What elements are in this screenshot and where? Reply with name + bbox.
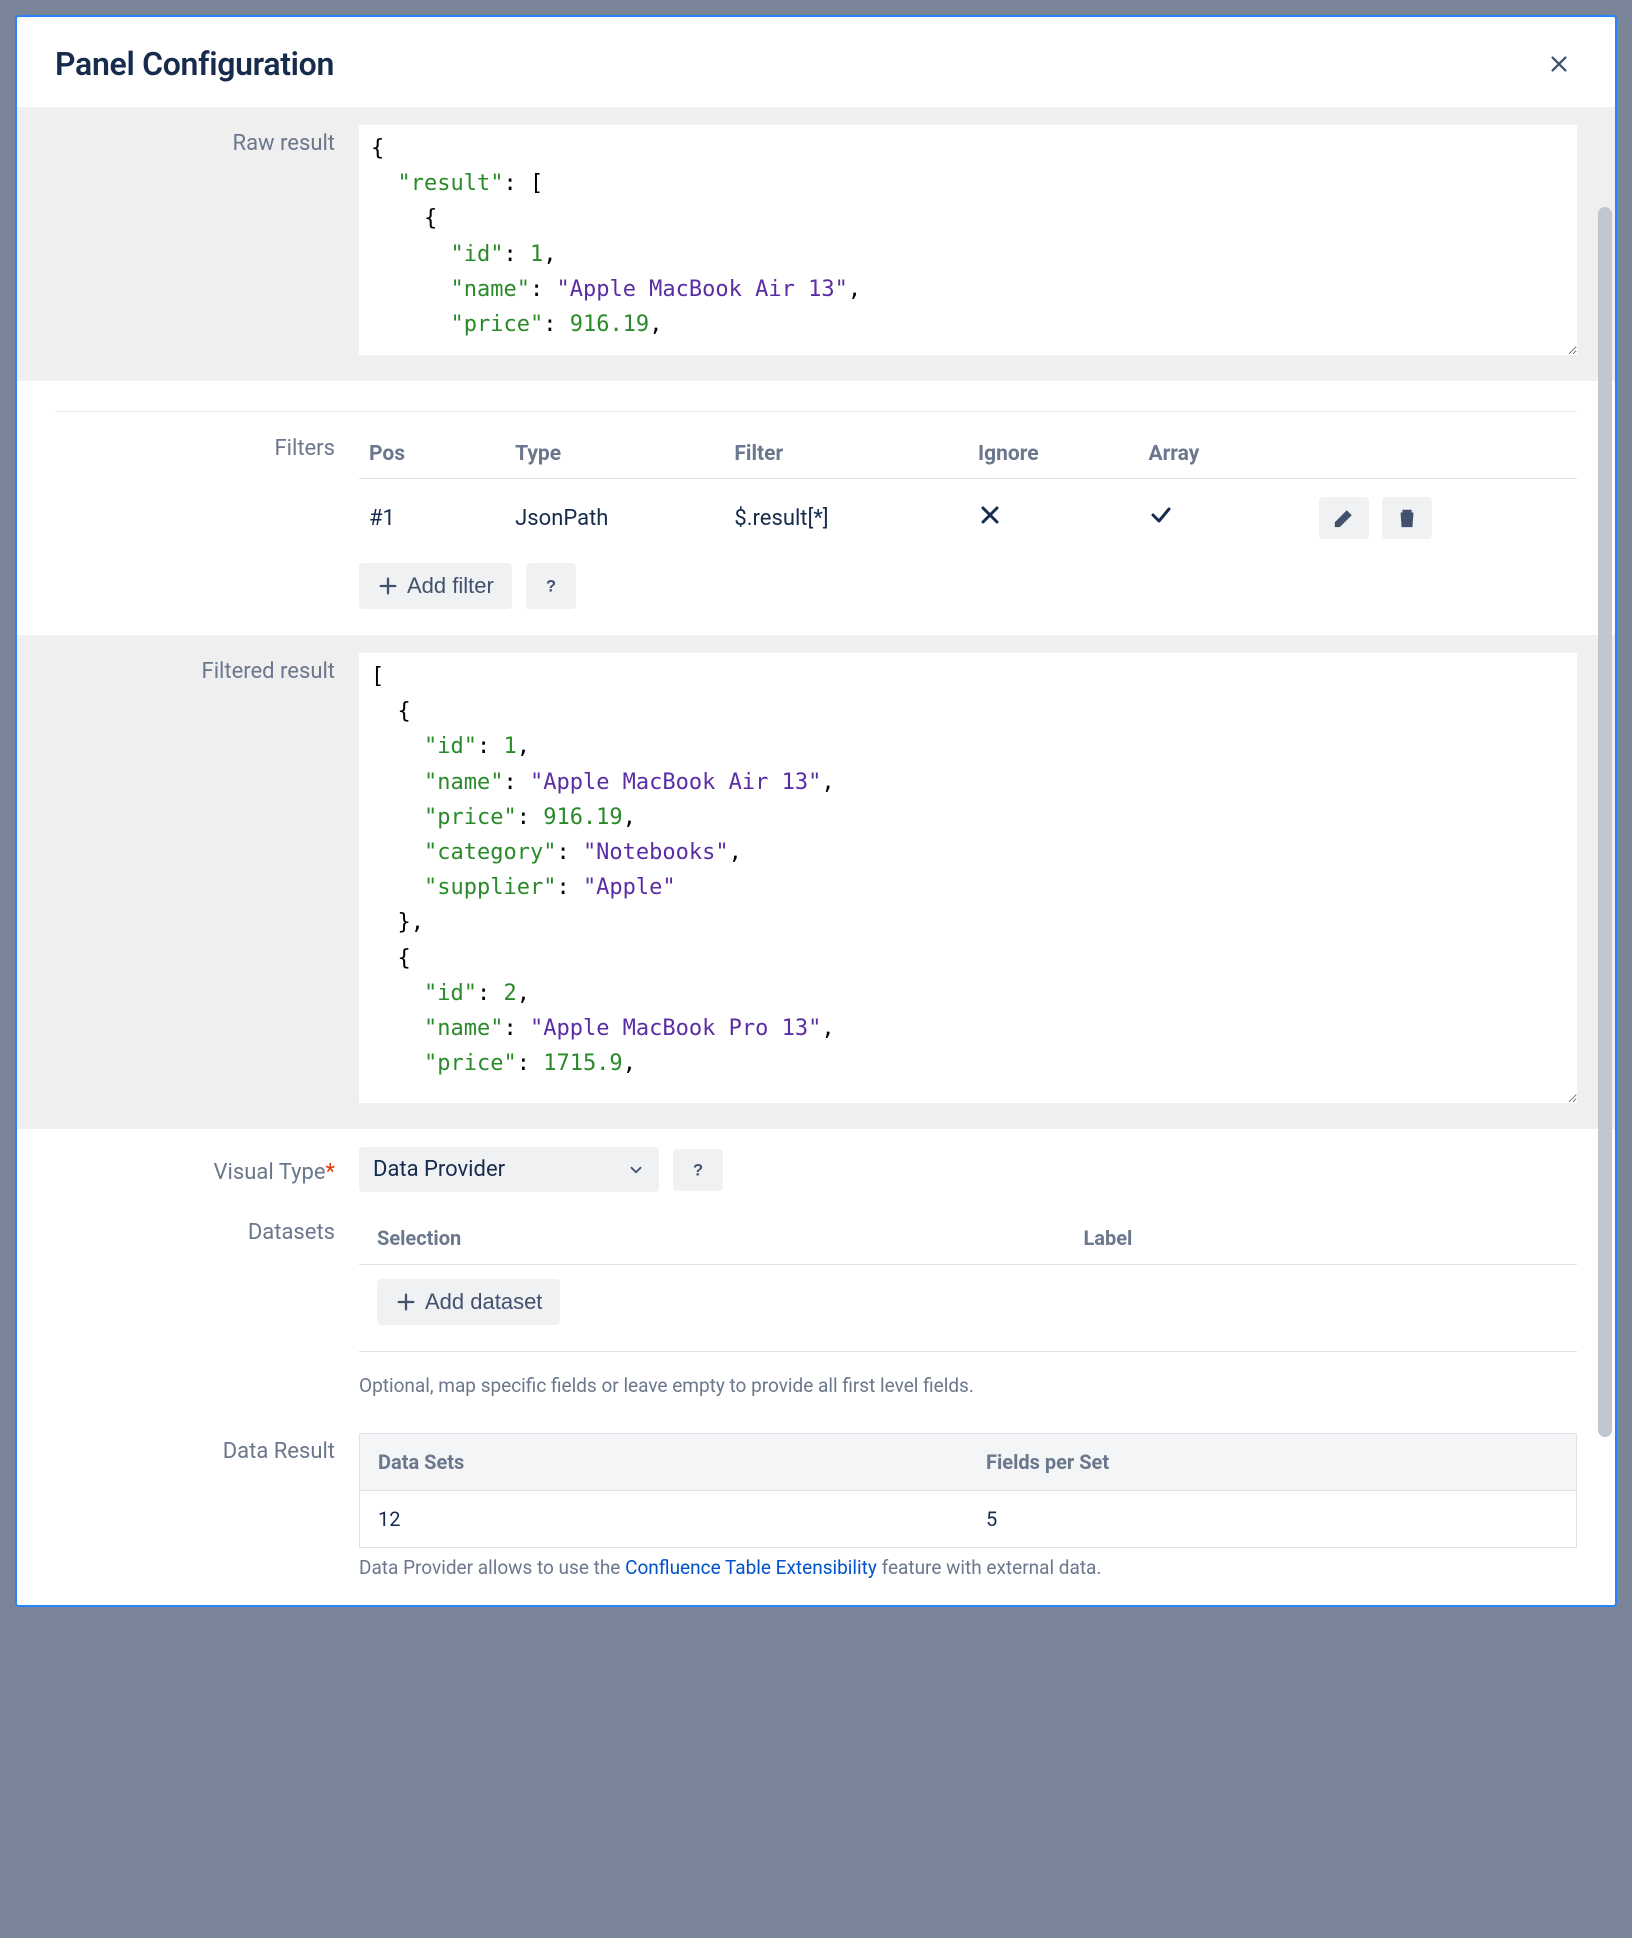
filtered-result-code[interactable]: [ { "id": 1, "name": "Apple MacBook Air … (359, 653, 1577, 1103)
visual-type-help-button[interactable]: ? (673, 1149, 723, 1191)
data-result-table: Data Sets Fields per Set 12 5 (359, 1433, 1577, 1548)
pencil-icon (1333, 507, 1355, 529)
col-pos: Pos (359, 430, 505, 479)
filtered-result-section: Filtered result [ { "id": 1, "name": "Ap… (17, 635, 1615, 1129)
add-dataset-button[interactable]: Add dataset (377, 1279, 560, 1325)
filter-ignore (968, 479, 1139, 558)
filter-pos: #1 (359, 479, 505, 558)
panel-configuration-modal: Panel Configuration Raw result { "result… (15, 15, 1617, 1607)
svg-text:?: ? (693, 1161, 703, 1179)
filters-table: Pos Type Filter Ignore Array #1 (359, 430, 1577, 557)
check-icon (1149, 503, 1173, 527)
close-button[interactable] (1541, 46, 1577, 82)
visual-type-section: Visual Type* Data Provider ? Datasets (17, 1129, 1615, 1423)
filtered-result-label: Filtered result (55, 653, 335, 684)
extensibility-link[interactable]: Confluence Table Extensibility (625, 1556, 877, 1579)
filter-array (1139, 479, 1310, 558)
filters-section: Filters Pos Type Filter Ignore Array (17, 381, 1615, 635)
col-selection: Selection (359, 1214, 1065, 1265)
edit-filter-button[interactable] (1319, 497, 1369, 539)
modal-body: Raw result { "result": [ { "id": 1, "nam… (17, 107, 1615, 1605)
add-filter-button[interactable]: Add filter (359, 563, 512, 609)
chevron-down-icon (627, 1161, 645, 1179)
question-icon: ? (540, 575, 562, 597)
datasets-label: Datasets (55, 1214, 335, 1245)
value-fields-per-set: 5 (968, 1491, 1576, 1547)
raw-result-code[interactable]: { "result": [ { "id": 1, "name": "Apple … (359, 125, 1577, 355)
col-fields-per-set: Fields per Set (968, 1434, 1576, 1490)
col-array: Array (1139, 430, 1310, 479)
svg-text:?: ? (546, 578, 556, 596)
data-result-footer: Data Provider allows to use the Confluen… (359, 1548, 1577, 1579)
raw-result-label: Raw result (55, 125, 335, 156)
question-icon: ? (687, 1159, 709, 1181)
trash-icon (1396, 507, 1418, 529)
datasets-hint: Optional, map specific fields or leave e… (359, 1366, 1577, 1397)
datasets-table: Selection Label Add dataset (359, 1214, 1577, 1339)
filter-row: #1 JsonPath $.result[*] (359, 479, 1577, 558)
col-filter: Filter (724, 430, 968, 479)
data-result-section: Data Result Data Sets Fields per Set 12 … (17, 1423, 1615, 1605)
plus-icon (377, 575, 399, 597)
modal-title: Panel Configuration (55, 45, 334, 83)
filters-label: Filters (55, 430, 335, 461)
plus-icon (395, 1291, 417, 1313)
visual-type-label: Visual Type* (55, 1154, 335, 1185)
col-data-sets: Data Sets (360, 1434, 968, 1490)
scrollbar-thumb[interactable] (1598, 207, 1612, 1437)
x-icon (978, 503, 1002, 527)
close-icon (1548, 53, 1570, 75)
col-ignore: Ignore (968, 430, 1139, 479)
raw-result-section: Raw result { "result": [ { "id": 1, "nam… (17, 107, 1615, 381)
delete-filter-button[interactable] (1382, 497, 1432, 539)
modal-header: Panel Configuration (17, 17, 1615, 107)
col-label: Label (1065, 1214, 1577, 1265)
scrollbar[interactable] (1598, 207, 1612, 1605)
filters-help-button[interactable]: ? (526, 563, 576, 609)
col-type: Type (505, 430, 724, 479)
value-data-sets: 12 (360, 1491, 968, 1547)
filter-value: $.result[*] (724, 479, 968, 558)
data-result-label: Data Result (55, 1433, 335, 1464)
filter-type: JsonPath (505, 479, 724, 558)
visual-type-select[interactable]: Data Provider (359, 1147, 659, 1192)
